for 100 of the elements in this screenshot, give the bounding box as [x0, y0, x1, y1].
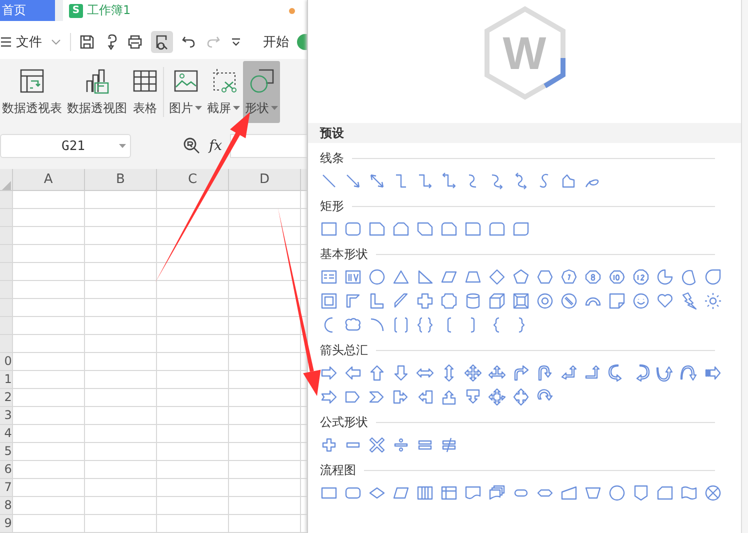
down-arrow-icon[interactable]: [392, 364, 410, 382]
row-header[interactable]: 5: [0, 443, 12, 460]
spreadsheet-grid[interactable]: 0 1 2 3 4 5 6 7 8 9: [0, 191, 307, 533]
double-arrow-line-icon[interactable]: [368, 172, 386, 190]
ribbon-button[interactable]: 数据透视表: [0, 61, 64, 123]
striped-right-arrow-icon[interactable]: [704, 364, 722, 382]
cube-icon[interactable]: [488, 292, 506, 310]
summing-junction-shape-icon[interactable]: [704, 484, 722, 502]
function-button[interactable]: fx: [209, 138, 222, 154]
notched-right-arrow-icon[interactable]: [320, 388, 338, 406]
diagonal-round-rectangle-icon[interactable]: [512, 220, 530, 238]
lightning-bolt-icon[interactable]: [680, 292, 698, 310]
triangle-icon[interactable]: [392, 268, 410, 286]
arrow-line-icon[interactable]: [344, 172, 362, 190]
column-header[interactable]: D: [228, 169, 300, 190]
save-icon[interactable]: [79, 34, 95, 50]
manual-input-shape-icon[interactable]: [560, 484, 578, 502]
start-tab[interactable]: 开始: [263, 33, 289, 51]
down-arrow-callout-icon[interactable]: [464, 388, 482, 406]
chord-icon[interactable]: [680, 268, 698, 286]
row-header[interactable]: 3: [0, 407, 12, 424]
octagon-icon[interactable]: [584, 268, 602, 286]
dodecagon-icon[interactable]: [632, 268, 650, 286]
vertical-text-box-icon[interactable]: [344, 268, 362, 286]
zoom-icon[interactable]: [183, 137, 201, 155]
predefined-process-shape-icon[interactable]: [416, 484, 434, 502]
heart-icon[interactable]: [656, 292, 674, 310]
plus-sign-icon[interactable]: [320, 436, 338, 454]
row-header[interactable]: 9: [0, 515, 12, 532]
row-header[interactable]: 6: [0, 461, 12, 478]
column-header[interactable]: A: [12, 169, 84, 190]
curved-down-arrow-icon[interactable]: [680, 364, 698, 382]
donut-icon[interactable]: [536, 292, 554, 310]
formula-input[interactable]: [230, 134, 307, 158]
hexagon-icon[interactable]: [536, 268, 554, 286]
print-icon[interactable]: [127, 34, 143, 50]
punched-tape-shape-icon[interactable]: [680, 484, 698, 502]
frame-icon[interactable]: [320, 292, 338, 310]
diamond-icon[interactable]: [488, 268, 506, 286]
pentagon-icon[interactable]: [512, 268, 530, 286]
elbow-arrow-connector-icon[interactable]: [416, 172, 434, 190]
left-arrow-icon[interactable]: [344, 364, 362, 382]
cross-arrow-callout-icon[interactable]: [512, 388, 530, 406]
workbook-tab[interactable]: S 工作簿1: [63, 0, 307, 21]
cross-icon[interactable]: [416, 292, 434, 310]
rectangle-icon[interactable]: [320, 220, 338, 238]
off-page-connector-shape-icon[interactable]: [632, 484, 650, 502]
left-arrow-callout-icon[interactable]: [416, 388, 434, 406]
double-brace-icon[interactable]: [416, 316, 434, 334]
internal-storage-shape-icon[interactable]: [440, 484, 458, 502]
heptagon-icon[interactable]: [560, 268, 578, 286]
up-arrow-icon[interactable]: [368, 364, 386, 382]
card-shape-icon[interactable]: [656, 484, 674, 502]
name-box[interactable]: G21: [0, 134, 131, 158]
diagonal-stripe-icon[interactable]: [392, 292, 410, 310]
plaque-icon[interactable]: [440, 292, 458, 310]
bent-arrow-icon[interactable]: [512, 364, 530, 382]
left-up-arrow-icon[interactable]: [560, 364, 578, 382]
decagon-icon[interactable]: [608, 268, 626, 286]
bevel-icon[interactable]: [512, 292, 530, 310]
home-tab[interactable]: 首页: [0, 0, 55, 21]
right-triangle-icon[interactable]: [416, 268, 434, 286]
double-bracket-icon[interactable]: [392, 316, 410, 334]
u-turn-arrow-icon[interactable]: [536, 364, 554, 382]
text-box-icon[interactable]: [320, 268, 338, 286]
curved-up-arrow-icon[interactable]: [656, 364, 674, 382]
teardrop-icon[interactable]: [704, 268, 722, 286]
row-header[interactable]: 7: [0, 479, 12, 496]
scrollbar[interactable]: [741, 0, 748, 533]
ribbon-button[interactable]: 截屏: [205, 61, 242, 123]
ribbon-button[interactable]: 形状: [243, 61, 280, 123]
row-header[interactable]: 2: [0, 389, 12, 406]
ribbon-button[interactable]: 表格: [130, 61, 160, 123]
column-header[interactable]: B: [84, 169, 156, 190]
undo-icon[interactable]: [181, 34, 197, 50]
line-icon[interactable]: [320, 172, 338, 190]
cylinder-icon[interactable]: [464, 292, 482, 310]
connector-shape-icon[interactable]: [608, 484, 626, 502]
ribbon-button[interactable]: 数据透视图: [65, 61, 129, 123]
row-header[interactable]: 8: [0, 497, 12, 514]
menu-icon[interactable]: [0, 36, 12, 48]
half-frame-icon[interactable]: [344, 292, 362, 310]
round-corner-rectangle-icon[interactable]: [464, 220, 482, 238]
arc-icon[interactable]: [368, 316, 386, 334]
row-header[interactable]: 0: [0, 353, 12, 370]
pie-icon[interactable]: [656, 268, 674, 286]
no-symbol-icon[interactable]: [560, 292, 578, 310]
chevron-down-icon[interactable]: [50, 38, 62, 46]
up-arrow-callout-icon[interactable]: [440, 388, 458, 406]
division-sign-icon[interactable]: [392, 436, 410, 454]
quad-arrow-callout-icon[interactable]: [488, 388, 506, 406]
print-preview-button[interactable]: [151, 31, 173, 53]
round-top-rectangle-icon[interactable]: [488, 220, 506, 238]
not-equal-sign-icon[interactable]: [440, 436, 458, 454]
right-arrow-callout-icon[interactable]: [392, 388, 410, 406]
redo-icon[interactable]: [205, 34, 221, 50]
right-arrow-icon[interactable]: [320, 364, 338, 382]
elbow-double-arrow-connector-icon[interactable]: [440, 172, 458, 190]
row-header[interactable]: 1: [0, 371, 12, 388]
multidocument-shape-icon[interactable]: [488, 484, 506, 502]
